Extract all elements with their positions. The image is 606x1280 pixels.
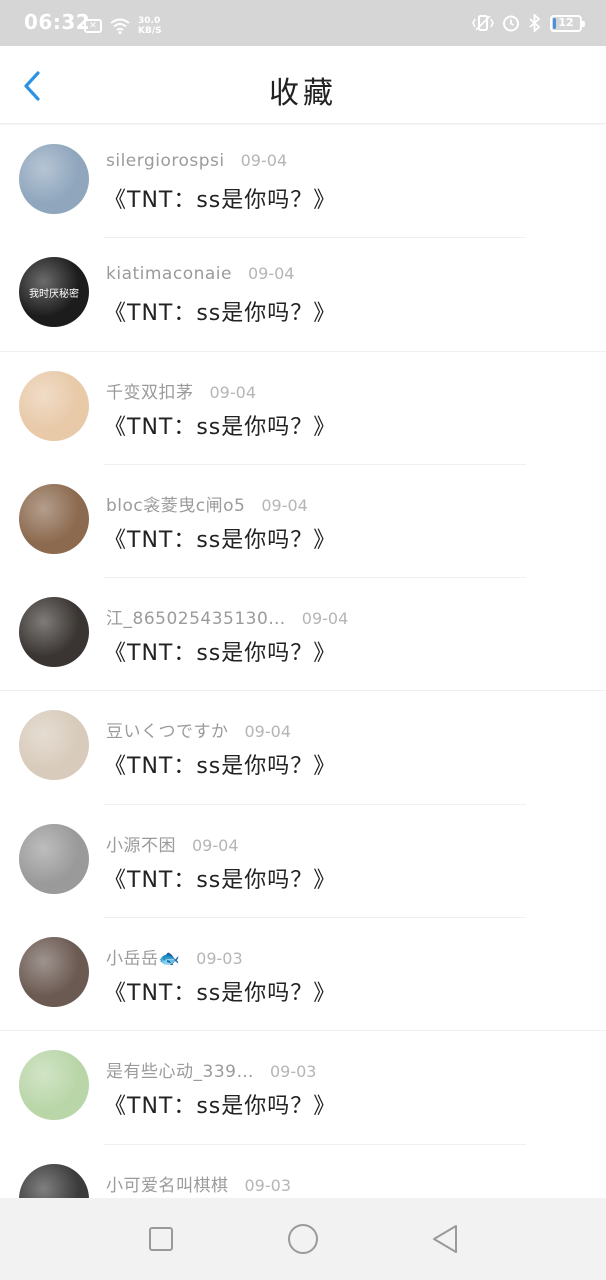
post-date: 09-04: [192, 835, 239, 855]
list-item[interactable]: 我时厌秘密 kiatimaconaie 09-04 《TNT：ss是你吗？》: [0, 238, 606, 352]
item-meta: 是有些心动_339… 09-03: [106, 1057, 316, 1082]
post-date: 09-03: [244, 1175, 292, 1195]
battery-icon: 12: [550, 14, 585, 32]
system-nav-bar: [0, 1198, 606, 1280]
recent-apps-button[interactable]: [137, 1215, 185, 1263]
story-title[interactable]: 《TNT：ss是你吗？》: [104, 748, 336, 780]
battery-level: 12: [558, 15, 574, 29]
post-date: 09-04: [240, 151, 288, 170]
item-meta: 小源不困 09-04: [106, 831, 239, 856]
post-date: 09-03: [196, 949, 243, 969]
favorites-list[interactable]: silergiorospsi 09-04 《TNT：ss是你吗？》 我时厌秘密 kiat…: [0, 125, 606, 1198]
item-meta: 千变双扣茅 09-04: [106, 378, 256, 403]
status-left-icons: ✕ 30.0 KB/S: [84, 16, 162, 36]
avatar[interactable]: 我时厌秘密: [19, 257, 89, 328]
wifi-icon: [110, 18, 130, 34]
page-title: 收藏: [269, 76, 337, 111]
username[interactable]: 是有些心动_339…: [106, 1057, 254, 1082]
item-meta: 小可爱名叫棋棋 09-03: [106, 1171, 291, 1196]
network-speed: 30.0 KB/S: [138, 16, 162, 36]
username[interactable]: 小岳岳🐟: [106, 944, 180, 969]
story-title[interactable]: 《TNT：ss是你吗？》: [104, 182, 336, 214]
story-title[interactable]: 《TNT：ss是你吗？》: [104, 635, 336, 667]
username[interactable]: 豆いくつですか: [106, 717, 229, 742]
back-icon: [433, 1225, 457, 1253]
username[interactable]: silergiorospsi: [106, 151, 225, 171]
post-date: 09-04: [301, 609, 349, 629]
item-meta: 小岳岳🐟 09-03: [106, 944, 243, 969]
avatar[interactable]: [19, 597, 89, 668]
avatar[interactable]: [19, 144, 89, 214]
story-title[interactable]: 《TNT：ss是你吗？》: [104, 409, 336, 441]
home-button[interactable]: [279, 1215, 327, 1263]
username[interactable]: 小可爱名叫棋棋: [106, 1171, 229, 1196]
username[interactable]: kiatimaconaie: [106, 264, 232, 284]
list-item[interactable]: 小源不困 09-04 《TNT：ss是你吗？》: [0, 805, 606, 919]
network-speed-value: 30.0: [138, 16, 161, 26]
battery-tip: [582, 20, 585, 27]
status-time: 06:32: [24, 10, 91, 34]
network-speed-unit: KB/S: [138, 26, 162, 36]
list-item[interactable]: bloc衾菱曳c闸o5 09-04 《TNT：ss是你吗？》: [0, 465, 606, 579]
vibrate-icon: [472, 15, 494, 31]
home-icon: [288, 1224, 318, 1254]
item-meta: kiatimaconaie 09-04: [106, 264, 294, 284]
post-date: 09-04: [244, 722, 292, 742]
username[interactable]: 千变双扣茅: [106, 378, 194, 403]
nav-back-button[interactable]: [421, 1215, 469, 1263]
app-header: 收藏: [0, 46, 606, 124]
avatar[interactable]: [19, 483, 89, 554]
item-meta: bloc衾菱曳c闸o5 09-04: [106, 491, 308, 516]
story-title[interactable]: 《TNT：ss是你吗？》: [104, 1088, 336, 1120]
post-date: 09-04: [209, 382, 257, 402]
item-meta: silergiorospsi 09-04: [106, 151, 287, 171]
post-date: 09-03: [269, 1062, 317, 1082]
post-date: 09-04: [261, 495, 308, 515]
story-title[interactable]: 《TNT：ss是你吗？》: [104, 295, 336, 327]
list-item[interactable]: 豆いくつですか 09-04 《TNT：ss是你吗？》: [0, 691, 606, 805]
avatar-text: 我时厌秘密: [29, 288, 79, 300]
post-date: 09-04: [247, 264, 295, 284]
avatar[interactable]: [19, 937, 89, 1008]
bluetooth-icon: [529, 14, 541, 32]
list-item[interactable]: 是有些心动_339… 09-03 《TNT：ss是你吗？》: [0, 1031, 606, 1145]
status-bar: 06:32 ✕ 30.0 KB/S 12: [0, 0, 606, 46]
alarm-icon: [503, 15, 519, 32]
list-item[interactable]: 小岳岳🐟 09-03 《TNT：ss是你吗？》: [0, 918, 606, 1032]
item-meta: 江_865025435130… 09-04: [106, 604, 348, 629]
avatar[interactable]: [19, 710, 89, 781]
recent-apps-icon: [149, 1227, 173, 1251]
notification-icon: ✕: [84, 19, 102, 33]
story-title[interactable]: 《TNT：ss是你吗？》: [104, 862, 336, 894]
username[interactable]: 小源不困: [106, 831, 176, 856]
status-right-icons: 12: [472, 14, 585, 32]
username[interactable]: bloc衾菱曳c闸o5: [106, 491, 245, 516]
avatar[interactable]: [19, 1163, 89, 1198]
list-item[interactable]: 千变双扣茅 09-04 《TNT：ss是你吗？》: [0, 352, 606, 465]
avatar[interactable]: [19, 370, 89, 441]
avatar[interactable]: [19, 823, 89, 894]
username[interactable]: 江_865025435130…: [106, 604, 286, 629]
avatar[interactable]: [19, 1050, 89, 1121]
story-title[interactable]: 《TNT：ss是你吗？》: [104, 975, 336, 1007]
list-item[interactable]: silergiorospsi 09-04 《TNT：ss是你吗？》: [0, 125, 606, 239]
item-meta: 豆いくつですか 09-04: [106, 717, 291, 742]
list-item[interactable]: 小可爱名叫棋棋09-03《TNT：ss是你吗？》: [0, 1145, 606, 1198]
story-title[interactable]: 《TNT：ss是你吗？》: [104, 522, 336, 554]
list-item[interactable]: 江_865025435130… 09-04 《TNT：ss是你吗？》: [0, 578, 606, 692]
